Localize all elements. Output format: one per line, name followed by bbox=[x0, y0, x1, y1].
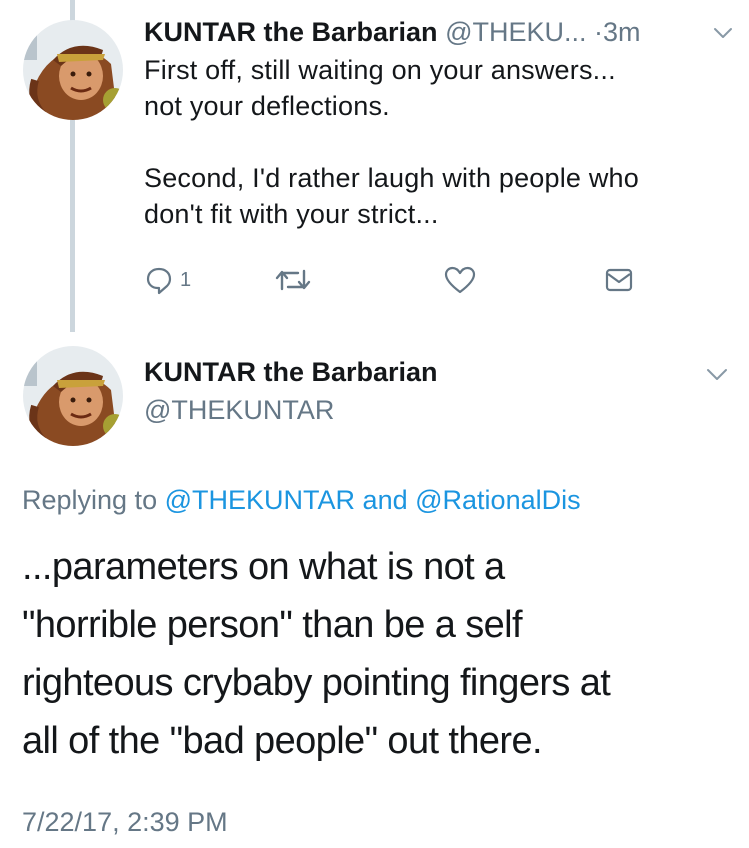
tweet-actions: 1 bbox=[144, 260, 644, 300]
avatar-image bbox=[23, 20, 123, 120]
mention-link[interactable]: @THEKUNTAR bbox=[165, 485, 355, 515]
mention-link[interactable]: @RationalDis bbox=[415, 485, 580, 515]
author-name[interactable]: KUNTAR the Barbarian bbox=[144, 354, 438, 390]
reply-count: 1 bbox=[180, 268, 192, 291]
replying-to: Replying to @THEKUNTAR and @RationalDis bbox=[22, 482, 581, 518]
tweet-text: First off, still waiting on your answers… bbox=[144, 55, 639, 229]
author-handle[interactable]: @THEKU... bbox=[445, 17, 586, 47]
avatar[interactable] bbox=[23, 20, 123, 120]
avatar-image bbox=[23, 346, 123, 446]
author-handle[interactable]: @THEKUNTAR bbox=[144, 392, 334, 428]
reply-button[interactable]: 1 bbox=[144, 260, 191, 300]
separator-dot: · bbox=[594, 17, 603, 47]
like-button[interactable] bbox=[444, 260, 476, 300]
tweet-text: ...parameters on what is not a "horrible… bbox=[22, 546, 611, 762]
tweet-time[interactable]: 3m bbox=[603, 17, 641, 47]
retweet-button[interactable] bbox=[274, 260, 312, 300]
envelope-icon bbox=[604, 266, 634, 294]
heart-icon bbox=[444, 265, 476, 295]
tweet-timestamp[interactable]: 7/22/17, 2:39 PM bbox=[22, 804, 228, 840]
reply-icon bbox=[144, 265, 174, 295]
replying-and[interactable]: and bbox=[363, 485, 408, 515]
chevron-down-icon[interactable] bbox=[712, 22, 734, 44]
avatar[interactable] bbox=[23, 346, 123, 446]
replying-prefix: Replying to bbox=[22, 485, 158, 515]
author-name[interactable]: KUNTAR the Barbarian bbox=[144, 17, 438, 47]
chevron-down-icon[interactable] bbox=[705, 362, 729, 386]
retweet-icon bbox=[274, 265, 312, 295]
tweet-header: KUNTAR the Barbarian @THEKU... ·3m bbox=[144, 12, 734, 52]
direct-message-button[interactable] bbox=[604, 260, 634, 300]
